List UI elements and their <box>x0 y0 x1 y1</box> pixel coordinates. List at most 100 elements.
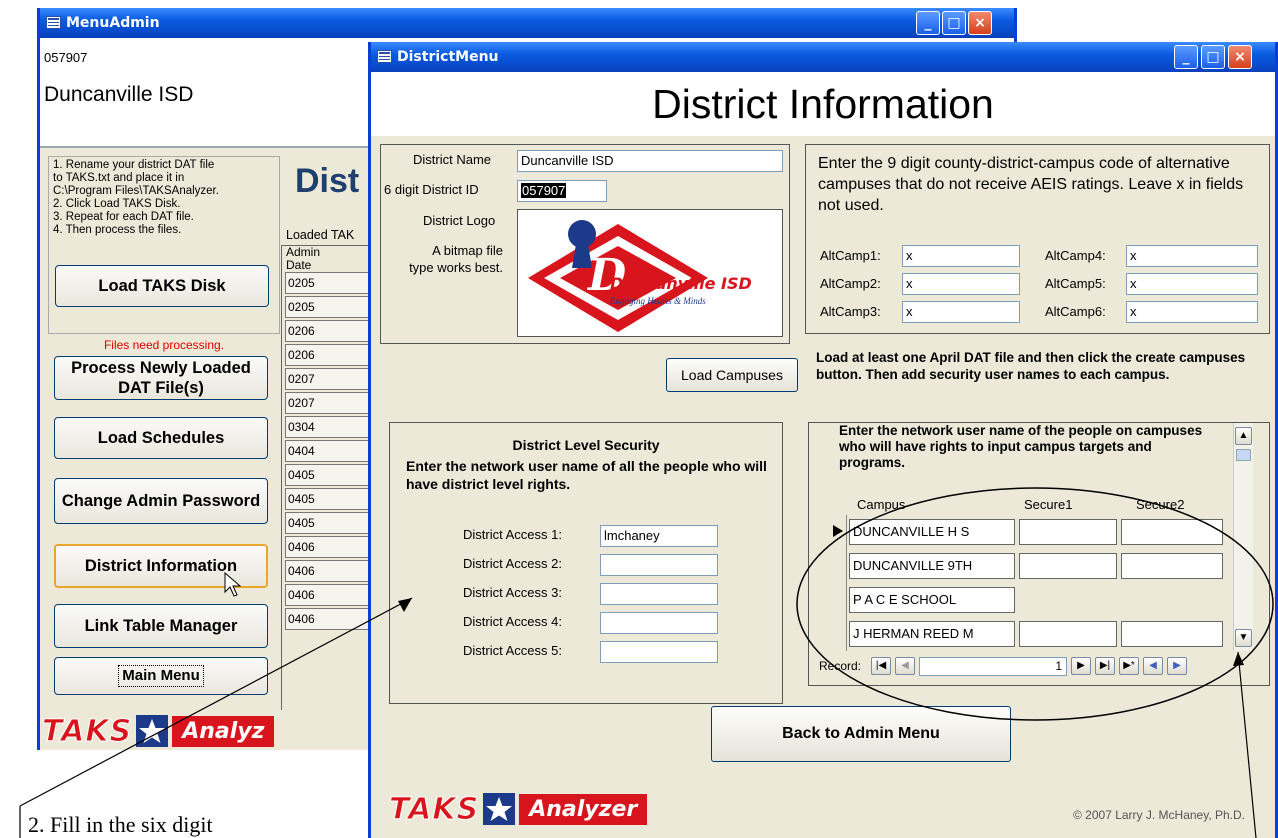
altcamp2-field[interactable]: x <box>902 273 1020 295</box>
list-item[interactable]: 0205 <box>285 272 375 294</box>
next-record-icon[interactable]: ▶ <box>1071 657 1091 675</box>
district-menu-title: DistrictMenu <box>397 49 499 65</box>
main-menu-button[interactable]: Main Menu <box>54 657 268 695</box>
logo-hint: A bitmap file type works best. <box>409 243 503 275</box>
secure1-cell[interactable] <box>1019 519 1117 545</box>
record-selector-column <box>815 515 847 651</box>
process-button[interactable]: Process Newly Loaded DAT File(s) <box>54 356 268 400</box>
instructions: 1. Rename your district DAT file to TAKS… <box>48 156 280 334</box>
access2-label: District Access 2: <box>463 556 562 571</box>
district-info-box: District Name Duncanville ISD 6 digit Di… <box>380 144 790 344</box>
admin-date-list[interactable]: Admin Date 0205 0205 0206 0206 0207 0207… <box>281 245 381 750</box>
altcamp5-field[interactable]: x <box>1126 273 1258 295</box>
menu-admin-titlebar[interactable]: MenuAdmin _ □ × <box>40 8 1014 38</box>
alt-campus-intro: Enter the 9 digit county-district-campus… <box>818 155 1244 214</box>
secure2-cell[interactable] <box>1121 519 1223 545</box>
scroll-thumb[interactable] <box>1236 449 1251 461</box>
altcamp4-field[interactable]: x <box>1126 245 1258 267</box>
processing-warning: Files need processing. <box>103 338 225 352</box>
instruction-line: C:\Program Files\TAKSAnalyzer. <box>53 185 219 197</box>
altcamp1-field[interactable]: x <box>902 245 1020 267</box>
new-record-icon[interactable]: ▶* <box>1119 657 1139 675</box>
district-logo-label: District Logo <box>423 213 496 228</box>
record-number-field[interactable]: 1 <box>919 657 1067 676</box>
secure2-cell[interactable] <box>1121 621 1223 647</box>
load-campuses-note: Load at least one April DAT file and the… <box>816 350 1246 382</box>
minimize-icon[interactable]: _ <box>916 11 940 35</box>
scroll-left-icon[interactable]: ◀ <box>1143 657 1163 675</box>
load-taks-button[interactable]: Load TAKS Disk <box>55 265 269 307</box>
access3-field[interactable] <box>600 583 718 605</box>
list-item[interactable]: 0405 <box>285 488 375 510</box>
campus-cell[interactable]: DUNCANVILLE 9TH <box>849 553 1015 579</box>
analyzer-logo-text: Analyzer <box>519 793 648 825</box>
security-intro: Enter the network user name of all the p… <box>406 458 767 492</box>
last-record-icon[interactable]: ▶| <box>1095 657 1115 675</box>
logo-text: Duncanville ISD <box>610 274 752 293</box>
close-icon[interactable]: × <box>1228 45 1252 69</box>
secure1-cell[interactable] <box>1019 553 1117 579</box>
list-item[interactable]: 0404 <box>285 440 375 462</box>
campus-cell[interactable]: DUNCANVILLE H S <box>849 519 1015 545</box>
scroll-up-icon[interactable]: ▲ <box>1235 427 1252 445</box>
access1-field[interactable]: lmchaney <box>600 525 718 547</box>
instruction-line: 4. Then process the files. <box>53 224 182 236</box>
list-item[interactable]: 0206 <box>285 344 375 366</box>
district-name-field[interactable]: Duncanville ISD <box>517 150 783 172</box>
change-password-button[interactable]: Change Admin Password <box>54 478 268 524</box>
access2-field[interactable] <box>600 554 718 576</box>
list-item[interactable]: 0205 <box>285 296 375 318</box>
list-item[interactable]: 0405 <box>285 464 375 486</box>
load-campuses-button[interactable]: Load Campuses <box>666 358 798 392</box>
campus-intro: Enter the network user name of the peopl… <box>839 423 1203 470</box>
previous-record-icon[interactable]: ◀ <box>895 657 915 675</box>
access5-field[interactable] <box>600 641 718 663</box>
district-id-field[interactable]: 057907 <box>517 180 607 202</box>
secure1-cell[interactable] <box>1019 587 1117 613</box>
list-item[interactable]: 0406 <box>285 608 375 630</box>
secure1-cell[interactable] <box>1019 621 1117 647</box>
list-item[interactable]: 0207 <box>285 392 375 414</box>
load-schedules-button[interactable]: Load Schedules <box>54 417 268 459</box>
close-icon[interactable]: × <box>968 11 992 35</box>
scroll-right-icon[interactable]: ▶ <box>1167 657 1187 675</box>
altcamp3-field[interactable]: x <box>902 301 1020 323</box>
subform-scrollbar[interactable]: ▲ ▼ <box>1233 423 1253 651</box>
access4-label: District Access 4: <box>463 614 562 629</box>
maximize-icon[interactable]: □ <box>942 11 966 35</box>
list-item[interactable]: 0304 <box>285 416 375 438</box>
list-item[interactable]: 0206 <box>285 320 375 342</box>
security-box: District Level Security Enter the networ… <box>389 422 783 704</box>
access4-field[interactable] <box>600 612 718 634</box>
form-icon <box>377 50 392 63</box>
scroll-down-icon[interactable]: ▼ <box>1235 629 1252 647</box>
list-item[interactable]: 0406 <box>285 584 375 606</box>
district-menu-titlebar[interactable]: DistrictMenu _ □ × <box>371 42 1275 72</box>
secure2-cell[interactable] <box>1121 553 1223 579</box>
maximize-icon[interactable]: □ <box>1201 45 1225 69</box>
district-heading-partial: Dist <box>295 162 360 200</box>
back-to-admin-button[interactable]: Back to Admin Menu <box>711 706 1011 762</box>
copyright-text: © 2007 Larry J. McHaney, Ph.D. <box>1073 808 1246 822</box>
instruction-line: to TAKS.txt and place it in <box>53 172 185 184</box>
access1-label: District Access 1: <box>463 527 562 542</box>
first-record-icon[interactable]: |◀ <box>871 657 891 675</box>
logo-tagline: Engaging Hearts & Minds <box>610 296 706 306</box>
district-id-text: 057907 <box>44 50 88 65</box>
list-item[interactable]: 0207 <box>285 368 375 390</box>
list-item[interactable]: 0405 <box>285 512 375 534</box>
district-logo-image[interactable]: D Duncanville ISD Engaging Hearts & Mind… <box>517 209 783 337</box>
minimize-icon[interactable]: _ <box>1174 45 1198 69</box>
list-item[interactable]: 0406 <box>285 536 375 558</box>
altcamp6-field[interactable]: x <box>1126 301 1258 323</box>
campus-cell[interactable]: P A C E SCHOOL <box>849 587 1015 613</box>
current-record-icon <box>833 525 843 537</box>
campus-cell[interactable]: J HERMAN REED M <box>849 621 1015 647</box>
page-title: District Information <box>371 72 1275 136</box>
admin-date-header: Admin Date <box>286 245 321 272</box>
instruction-line: 3. Repeat for each DAT file. <box>53 211 194 223</box>
secure2-column-header: Secure2 <box>1136 497 1185 512</box>
district-logo-graphic: D <box>528 220 708 332</box>
link-table-button[interactable]: Link Table Manager <box>54 604 268 648</box>
list-item[interactable]: 0406 <box>285 560 375 582</box>
